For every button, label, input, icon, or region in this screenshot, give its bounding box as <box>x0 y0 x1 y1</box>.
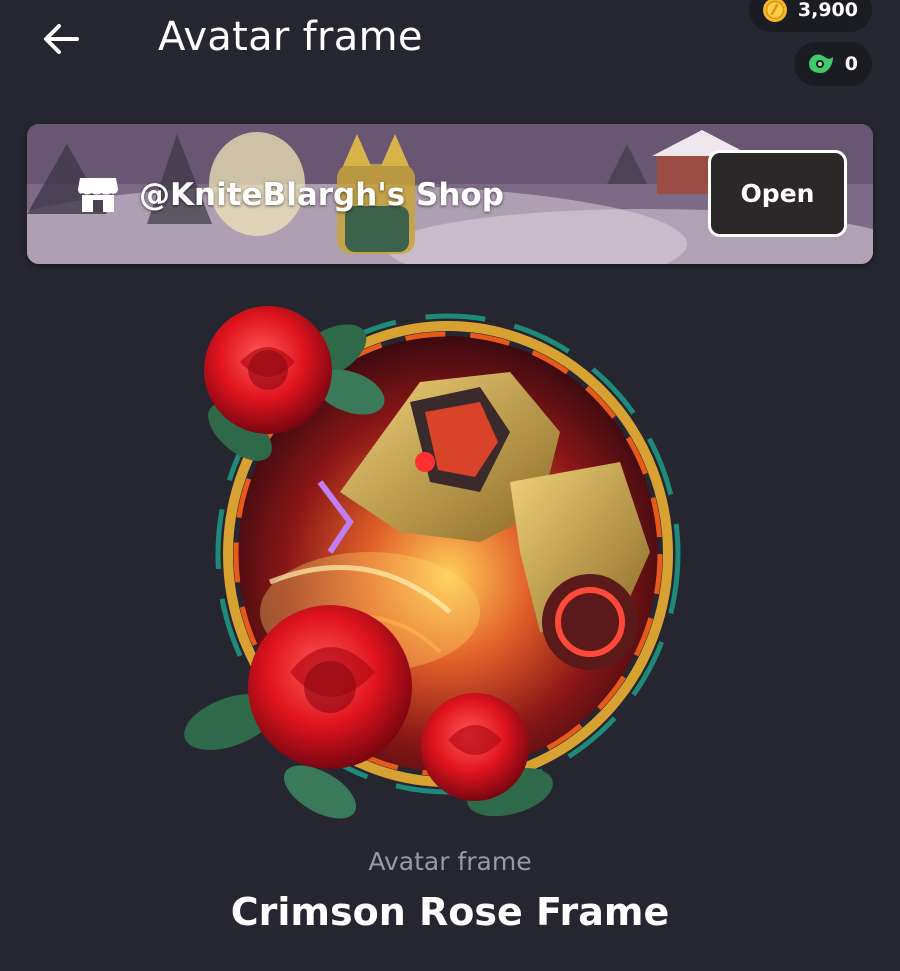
coins-amount: 3,900 <box>797 0 858 21</box>
arrow-left-icon <box>44 24 79 54</box>
shop-name: @KniteBlargh's Shop <box>139 177 504 213</box>
props-balance[interactable]: 0 <box>793 42 872 86</box>
store-icon <box>78 178 118 212</box>
crimson-rose-frame-image <box>184 306 681 819</box>
coin-icon <box>762 0 787 22</box>
open-shop-button[interactable]: Open <box>708 150 847 237</box>
coins-balance[interactable]: 3,900 <box>748 0 872 32</box>
back-button[interactable] <box>38 18 84 60</box>
props-amount: 0 <box>844 53 858 75</box>
shop-banner[interactable]: @KniteBlargh's Shop Open <box>27 124 873 264</box>
props-icon <box>808 54 833 73</box>
item-type-label: Avatar frame <box>368 847 532 876</box>
item-name: Crimson Rose Frame <box>230 890 670 934</box>
page-title: Avatar frame <box>158 14 423 60</box>
